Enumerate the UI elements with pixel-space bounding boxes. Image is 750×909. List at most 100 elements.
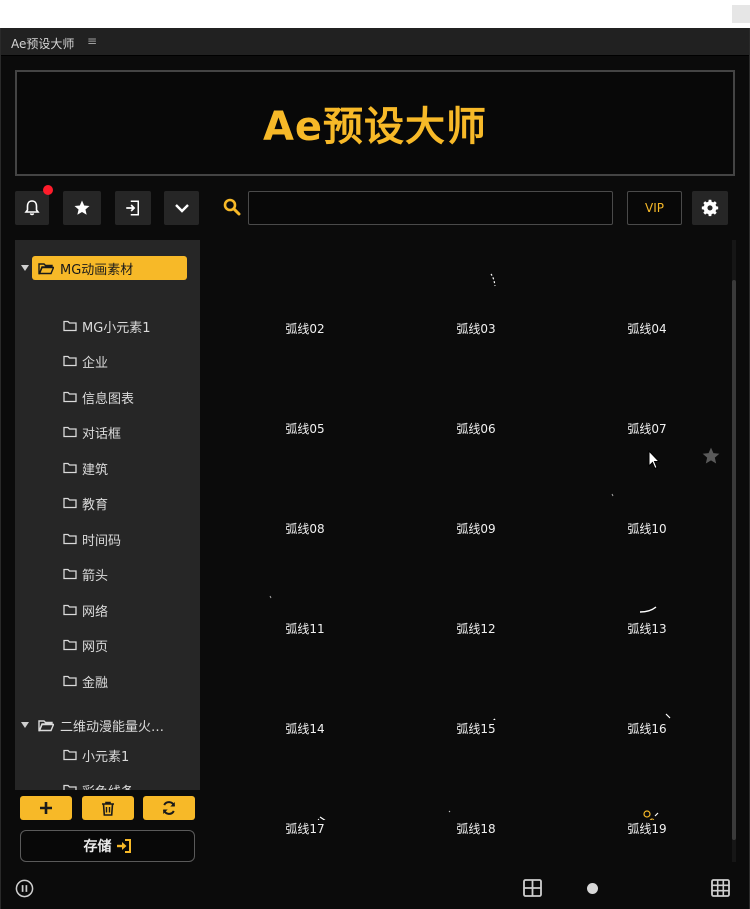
dropdown-button[interactable] bbox=[164, 191, 199, 225]
preset-name: 弧线15 bbox=[456, 722, 496, 736]
preset-name: 弧线18 bbox=[456, 822, 496, 836]
folder-open-icon bbox=[38, 719, 54, 731]
import-button[interactable] bbox=[115, 191, 151, 225]
preset-item[interactable]: 弧线07 bbox=[562, 340, 732, 440]
folder-icon bbox=[63, 604, 77, 616]
preset-thumbnail bbox=[391, 540, 561, 620]
folder-icon bbox=[63, 497, 77, 509]
preset-name: 弧线03 bbox=[456, 322, 496, 336]
preset-item[interactable]: 弧线03 bbox=[391, 240, 561, 340]
folder-open-icon bbox=[38, 262, 54, 274]
preset-item[interactable]: 弧线14 bbox=[220, 640, 390, 740]
subcategory-item[interactable]: 网页 bbox=[63, 634, 108, 656]
app-logo: Ae预设大师 bbox=[262, 104, 488, 150]
preset-thumbnail bbox=[220, 740, 390, 822]
preset-thumbnail bbox=[562, 640, 732, 738]
star-icon bbox=[74, 200, 90, 215]
subcategory-item[interactable]: MG小元素1 bbox=[63, 315, 151, 337]
panel-menu-icon[interactable]: ≡ bbox=[87, 34, 97, 48]
notification-button[interactable] bbox=[15, 185, 53, 225]
preset-item[interactable]: 弧线05 bbox=[220, 340, 390, 440]
mouse-cursor-icon bbox=[648, 450, 660, 470]
subcategory-item[interactable]: 小元素1 bbox=[63, 744, 129, 766]
subcategory-item[interactable]: 时间码 bbox=[63, 528, 121, 550]
favorite-star-icon[interactable] bbox=[701, 446, 721, 466]
preset-item[interactable]: 弧线17 bbox=[220, 740, 390, 840]
subcategory-item[interactable]: 网络 bbox=[63, 599, 108, 621]
expand-arrow-icon[interactable] bbox=[21, 722, 29, 728]
subcategory-label: 网络 bbox=[82, 604, 109, 620]
category-label: MG动画素材 bbox=[60, 262, 134, 278]
preset-item[interactable]: 弧线18 bbox=[391, 740, 561, 840]
preset-thumbnail bbox=[391, 240, 561, 320]
sign-in-icon bbox=[116, 839, 132, 853]
bottom-bar bbox=[1, 874, 749, 904]
panel-tab-title[interactable]: Ae预设大师 bbox=[11, 35, 74, 52]
subcategory-item[interactable]: 企业 bbox=[63, 350, 108, 372]
preset-thumbnail bbox=[562, 740, 732, 824]
view-slider-dot[interactable] bbox=[587, 883, 598, 894]
folder-icon bbox=[63, 675, 77, 687]
preset-item[interactable]: 弧线12 bbox=[391, 540, 561, 640]
pause-icon[interactable] bbox=[15, 879, 34, 898]
folder-icon bbox=[63, 749, 77, 761]
folder-icon bbox=[63, 639, 77, 651]
preset-thumbnail bbox=[391, 740, 561, 820]
preset-item[interactable]: 弧线08 bbox=[220, 440, 390, 540]
subcategory-label: 建筑 bbox=[82, 462, 109, 478]
preset-item[interactable]: 弧线13 bbox=[562, 540, 732, 640]
folder-icon bbox=[63, 426, 77, 438]
subcategory-item[interactable]: 教育 bbox=[63, 492, 108, 514]
subcategory-item[interactable]: 建筑 bbox=[63, 457, 108, 479]
bell-icon bbox=[24, 200, 40, 216]
search-input[interactable] bbox=[248, 191, 613, 225]
preset-thumbnail bbox=[220, 340, 390, 420]
settings-button[interactable] bbox=[692, 191, 728, 225]
preset-item[interactable]: 弧线16 bbox=[562, 640, 732, 740]
category-pill[interactable]: MG动画素材 bbox=[32, 256, 187, 280]
preset-thumbnail bbox=[220, 440, 390, 520]
subcategory-label: MG小元素1 bbox=[82, 320, 151, 336]
search-icon bbox=[223, 198, 241, 216]
preset-name: 弧线12 bbox=[456, 622, 496, 636]
expand-arrow-icon[interactable] bbox=[21, 265, 29, 271]
subcategory-item[interactable]: 对话框 bbox=[63, 421, 121, 443]
preset-item[interactable]: 弧线02 bbox=[220, 240, 390, 340]
folder-icon bbox=[63, 784, 77, 790]
subcategory-item[interactable]: 金融 bbox=[63, 670, 108, 692]
preset-name: 弧线14 bbox=[285, 722, 325, 736]
subcategory-label: 信息图表 bbox=[82, 391, 135, 407]
preset-name: 弧线10 bbox=[627, 522, 667, 536]
ae-panel: Ae预设大师 ≡ Ae预设大师 VIP MG动画素材 MG小元素1 企业 信息图… bbox=[0, 28, 750, 909]
category-item-mg[interactable]: MG动画素材 bbox=[15, 256, 200, 280]
refresh-button[interactable] bbox=[143, 796, 195, 820]
subcategory-item[interactable]: 信息图表 bbox=[63, 386, 134, 408]
preset-name: 弧线13 bbox=[627, 622, 667, 636]
preset-item[interactable]: 弧线11 bbox=[220, 540, 390, 640]
category-sidebar: MG动画素材 MG小元素1 企业 信息图表 对话框 建筑 教育 时间码 箭头 网… bbox=[15, 240, 200, 790]
window-control-button[interactable] bbox=[732, 5, 750, 23]
preset-item[interactable]: 弧线09 bbox=[391, 440, 561, 540]
add-button[interactable] bbox=[20, 796, 72, 820]
preset-item[interactable]: 弧线15 bbox=[391, 640, 561, 740]
delete-button[interactable] bbox=[82, 796, 134, 820]
category-pill[interactable]: 二维动漫能量火… bbox=[32, 713, 187, 737]
preset-item[interactable]: 弧线04 bbox=[562, 240, 732, 340]
save-button[interactable]: 存储 bbox=[20, 830, 195, 862]
gear-icon bbox=[701, 199, 719, 217]
vip-button[interactable]: VIP bbox=[627, 191, 682, 225]
preset-thumbnail bbox=[391, 440, 561, 520]
subcategory-item[interactable]: 彩色线条 bbox=[63, 779, 134, 790]
small-grid-icon[interactable] bbox=[711, 879, 730, 897]
grid-scrollbar[interactable] bbox=[732, 240, 736, 862]
category-item-2d[interactable]: 二维动漫能量火… bbox=[15, 713, 200, 737]
favorites-button[interactable] bbox=[63, 191, 101, 225]
scrollbar-thumb[interactable] bbox=[732, 280, 736, 840]
banner: Ae预设大师 bbox=[15, 70, 735, 176]
preset-thumbnail bbox=[562, 540, 732, 620]
large-grid-icon[interactable] bbox=[523, 879, 542, 897]
subcategory-item[interactable]: 箭头 bbox=[63, 563, 108, 585]
preset-name: 弧线11 bbox=[285, 622, 325, 636]
preset-item[interactable]: 弧线19 bbox=[562, 740, 732, 840]
preset-item[interactable]: 弧线06 bbox=[391, 340, 561, 440]
